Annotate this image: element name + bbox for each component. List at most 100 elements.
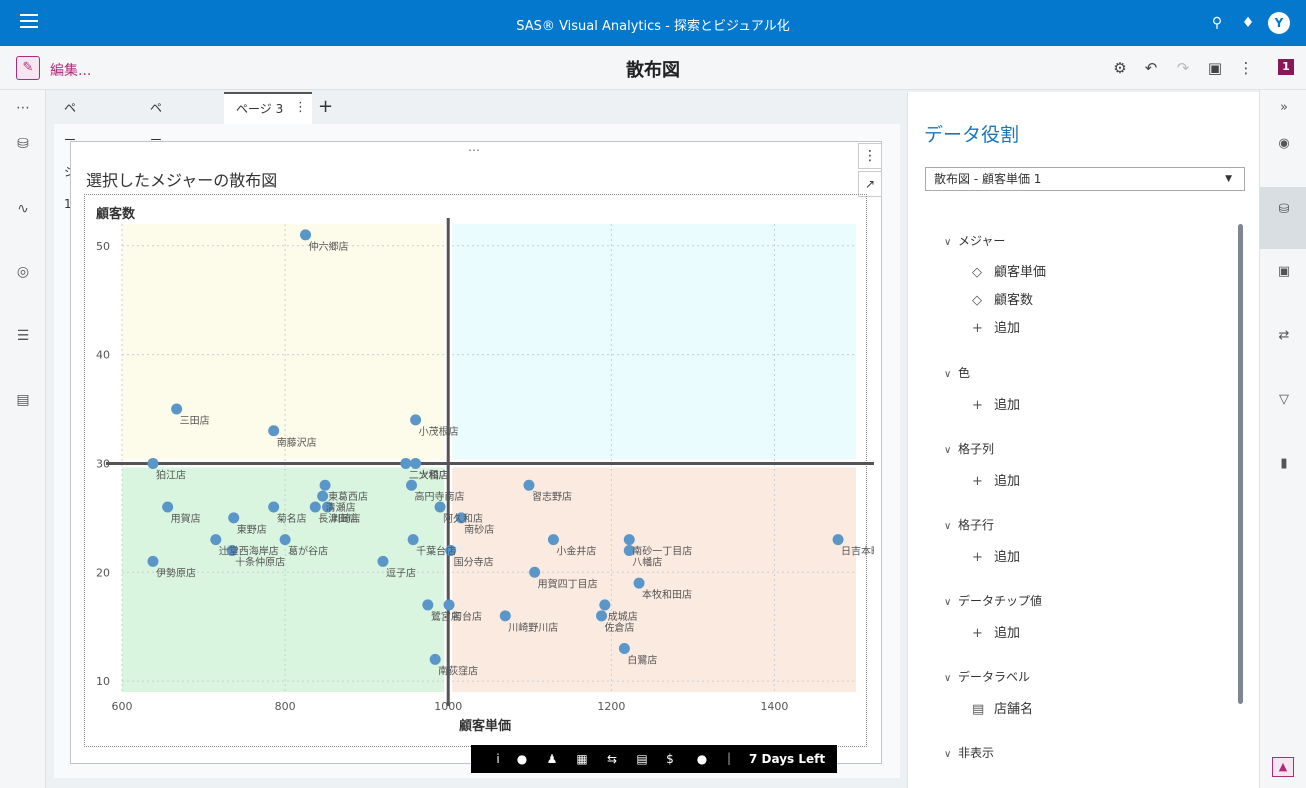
info-icon[interactable]: i: [489, 750, 507, 768]
ranks-icon[interactable]: ▮: [1274, 454, 1294, 474]
scatter-chart[interactable]: 600 800 1000 1200 14001020304050 仲六郷店三田店南藤沢店小…: [84, 194, 874, 744]
collapse-panel-icon[interactable]: »: [1274, 98, 1294, 118]
point-label: 日吉本町店: [841, 545, 874, 558]
object-selector-dropdown[interactable]: 散布図 - 顧客単価 1 ▼: [925, 167, 1245, 191]
measure-icon: ◇: [972, 265, 982, 280]
data-point: [377, 555, 389, 567]
section-lattice-rows[interactable]: ∨ 格子行: [944, 516, 994, 533]
chevron-down-icon: ∨: [944, 673, 952, 684]
point-label: 南藤沢店: [277, 436, 317, 449]
plus-icon: +: [972, 474, 983, 489]
add-color-button[interactable]: + 追加: [972, 394, 1020, 413]
more-options-icon[interactable]: ⋮: [1236, 58, 1256, 78]
tab-page-2[interactable]: ページ 2: [138, 92, 174, 211]
data-point: [596, 610, 608, 622]
y-tick-label: 10: [96, 675, 110, 688]
calendar-icon[interactable]: ▦: [573, 750, 591, 768]
chevron-down-icon: ∨: [944, 445, 952, 456]
search-icon[interactable]: ⚲: [1208, 14, 1226, 32]
add-measure-button[interactable]: + 追加: [972, 317, 1020, 336]
data-label-item-store-name[interactable]: ▤ 店舗名: [972, 698, 1033, 717]
point-label: 清瀬店: [326, 501, 356, 514]
panel-scrollbar[interactable]: [1238, 224, 1243, 704]
lightbulb-icon[interactable]: ●: [513, 750, 531, 768]
filter-icon[interactable]: ▽: [1274, 390, 1294, 410]
point-label: 千葉台店: [416, 545, 456, 558]
undo-icon[interactable]: ↶: [1141, 58, 1161, 78]
data-point: [317, 490, 329, 502]
add-page-icon[interactable]: +: [318, 96, 333, 117]
rules-icon[interactable]: ⇄: [1274, 326, 1294, 346]
outline-list-icon[interactable]: ☰: [13, 326, 33, 346]
chevron-down-icon: ∨: [944, 597, 952, 608]
quadrant-upper-left: [122, 224, 445, 460]
data-icon[interactable]: ⛁: [13, 134, 33, 154]
report-properties-icon[interactable]: ▤: [13, 390, 33, 410]
data-roles-icon[interactable]: ⛁: [1274, 200, 1294, 220]
point-label: 高円寺南店: [415, 490, 465, 503]
section-color[interactable]: ∨ 色: [944, 364, 970, 381]
tab-page-1[interactable]: ページ 1: [52, 92, 88, 211]
point-label: 川崎野川店: [508, 621, 558, 634]
suggestions-lightbulb-icon[interactable]: ◎: [13, 262, 33, 282]
point-label: 南砂店: [464, 523, 494, 536]
redo-icon[interactable]: ↷: [1173, 58, 1193, 78]
data-point: [443, 599, 455, 611]
section-data-label[interactable]: ∨ データラベル: [944, 668, 1030, 685]
point-label: 用賀四丁目店: [538, 577, 598, 590]
cart-icon[interactable]: ▤: [633, 750, 651, 768]
pin-icon[interactable]: ▲: [1272, 757, 1294, 777]
notification-bell-icon[interactable]: ♦: [1239, 14, 1257, 32]
add-lattice-row-button[interactable]: + 追加: [972, 546, 1020, 565]
data-point: [309, 501, 321, 513]
chevron-down-icon: ∨: [944, 521, 952, 532]
point-label: 三田店: [180, 414, 210, 427]
chevron-down-icon: ∨: [944, 749, 952, 760]
sync-icon[interactable]: ⇆: [603, 750, 621, 768]
add-lattice-column-button[interactable]: + 追加: [972, 470, 1020, 489]
point-label: 阿久和店: [443, 512, 483, 525]
point-label: 東野店: [237, 523, 267, 536]
notification-badge[interactable]: 1: [1278, 59, 1294, 75]
chevron-down-icon: ∨: [944, 369, 952, 380]
x-tick-label: 800: [275, 700, 296, 713]
section-hidden[interactable]: ∨ 非表示: [944, 744, 994, 761]
data-point: [623, 534, 635, 546]
user-avatar[interactable]: Y: [1268, 12, 1290, 34]
add-user-icon[interactable]: ♟: [543, 750, 561, 768]
point-label: 狛江店: [156, 468, 186, 481]
objects-icon[interactable]: ∿: [13, 199, 33, 219]
point-label: 成城店: [608, 610, 638, 623]
data-point: [268, 501, 280, 513]
point-label: 大和店: [419, 468, 449, 481]
invoice-icon[interactable]: $: [661, 750, 679, 768]
point-label: 初台店: [452, 610, 482, 623]
plus-icon: +: [972, 321, 983, 336]
point-label: 仲六郷店: [309, 240, 349, 253]
tab-menu-icon[interactable]: ⋮: [294, 100, 307, 115]
add-datatip-button[interactable]: + 追加: [972, 622, 1020, 641]
measure-item-customer-count[interactable]: ◇ 顧客数: [972, 289, 1033, 308]
visualization-menu-icon[interactable]: ⋮: [858, 143, 882, 169]
chat-icon[interactable]: ●: [693, 750, 711, 768]
data-point: [618, 642, 630, 654]
data-point: [499, 610, 511, 622]
actions-icon[interactable]: ▣: [1274, 262, 1294, 282]
data-point: [407, 534, 419, 546]
point-label: 白鷺店: [627, 653, 657, 666]
point-label: 逗子店: [386, 566, 416, 579]
drag-handle-icon[interactable]: ⋯: [468, 143, 481, 157]
drag-handle-icon[interactable]: ⋯: [13, 98, 33, 118]
quadrant-lower-left: [122, 467, 445, 692]
palette-icon[interactable]: ◉: [1274, 134, 1294, 154]
save-icon[interactable]: ▣: [1205, 58, 1225, 78]
chevron-down-icon: ∨: [944, 237, 952, 248]
section-lattice-columns[interactable]: ∨ 格子列: [944, 440, 994, 457]
measure-item-unit-price[interactable]: ◇ 顧客単価: [972, 261, 1046, 280]
data-point: [633, 577, 645, 589]
plus-icon: +: [972, 626, 983, 641]
section-datatip-values[interactable]: ∨ データチップ値: [944, 592, 1042, 609]
share-icon[interactable]: ⚙: [1110, 58, 1130, 78]
point-label: 伊勢原店: [156, 566, 196, 579]
section-measures[interactable]: ∨ メジャー: [944, 232, 1005, 249]
